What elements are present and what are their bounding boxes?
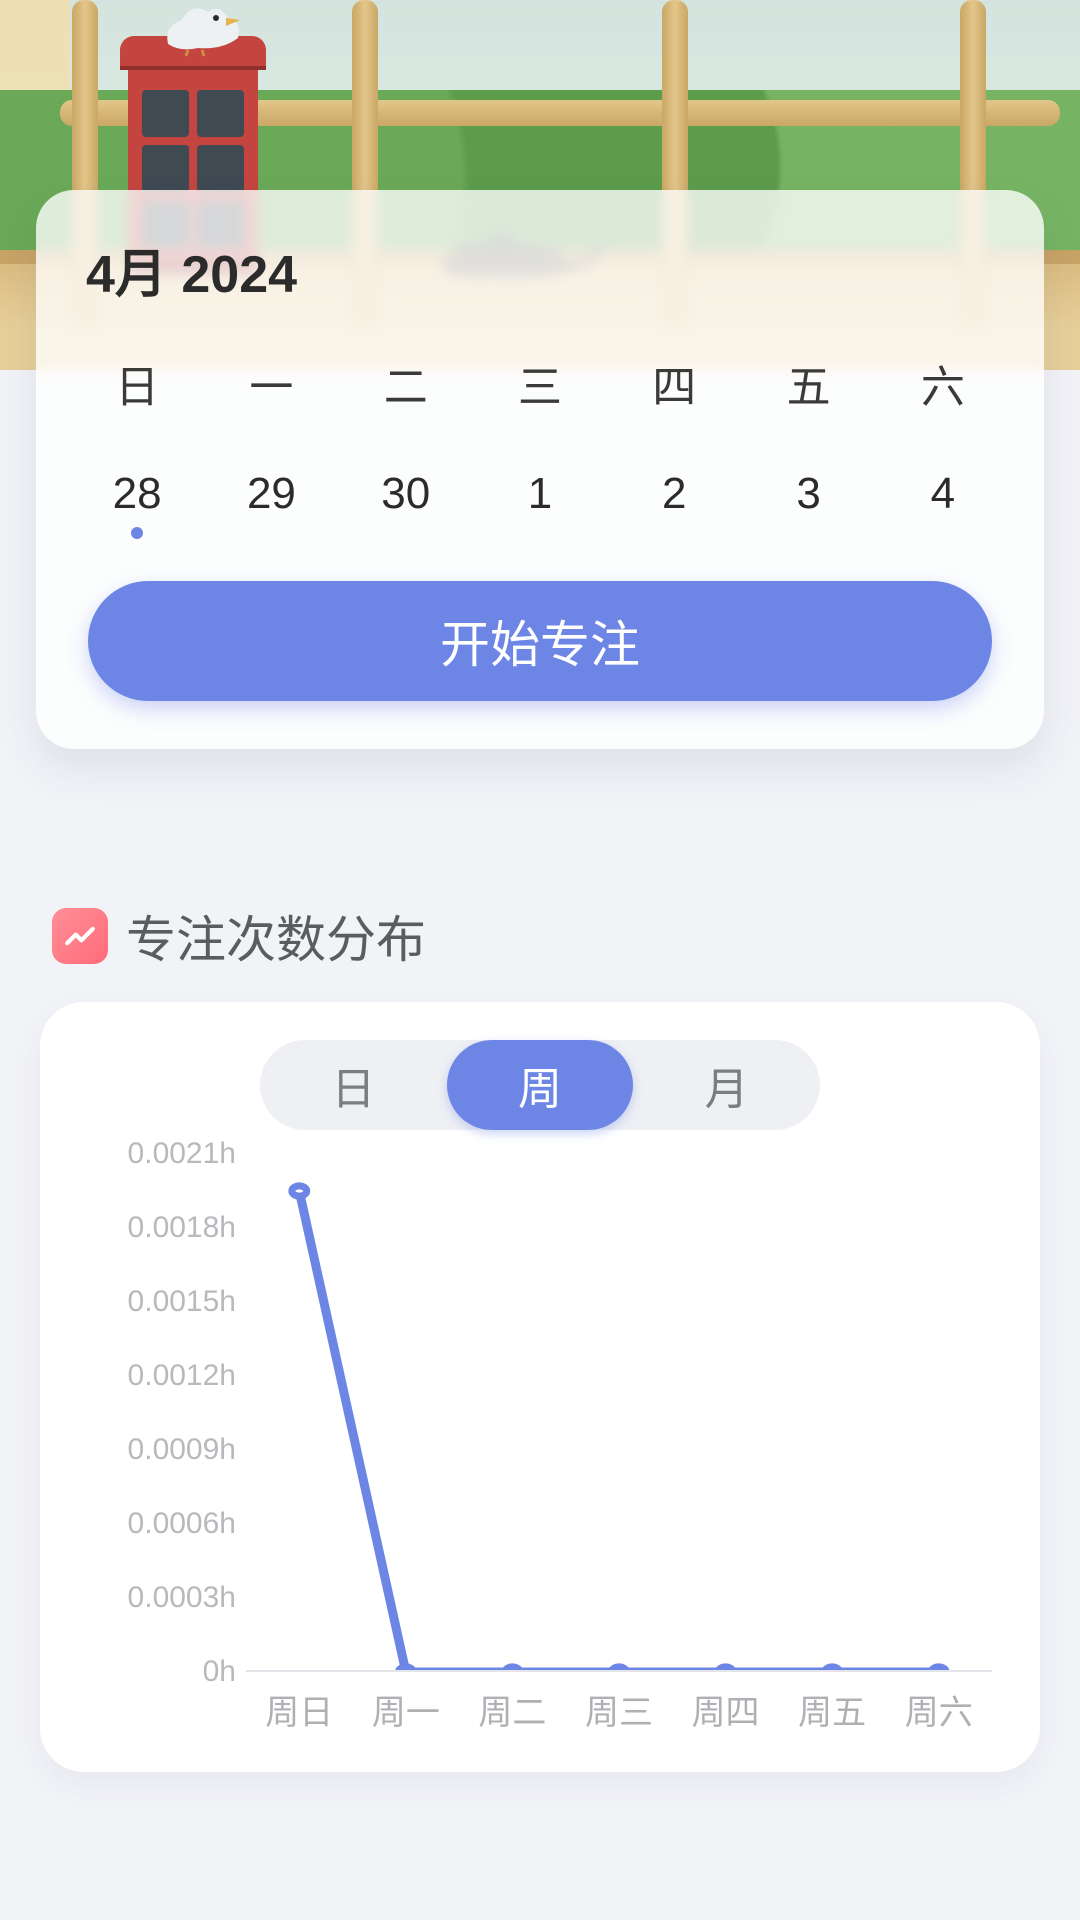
- weekday-label: 三: [473, 351, 607, 443]
- calendar-day[interactable]: 30: [339, 443, 473, 549]
- x-tick-label: 周五: [779, 1685, 886, 1734]
- y-tick-label: 0.0003h: [90, 1581, 246, 1615]
- y-tick-label: 0.0015h: [90, 1285, 246, 1319]
- y-tick-label: 0.0012h: [90, 1359, 246, 1393]
- y-tick-label: 0.0009h: [90, 1433, 246, 1467]
- section-title: 专注次数分布: [126, 900, 426, 972]
- tab-day[interactable]: 日: [260, 1053, 447, 1117]
- y-tick-label: 0h: [90, 1655, 246, 1689]
- weekday-label: 日: [70, 351, 204, 443]
- focus-line-chart: 0.0021h 0.0018h 0.0015h 0.0012h 0.0009h …: [90, 1154, 1012, 1734]
- calendar-title: 4月 2024: [86, 232, 1010, 307]
- y-axis: 0.0021h 0.0018h 0.0015h 0.0012h 0.0009h …: [90, 1154, 246, 1672]
- section-header: 专注次数分布: [0, 900, 1080, 972]
- tab-month[interactable]: 月: [633, 1053, 820, 1117]
- weekday-label: 一: [204, 351, 338, 443]
- calendar-day[interactable]: 2: [607, 443, 741, 549]
- bird-decoration: [158, 0, 248, 63]
- calendar-card: 4月 2024 日 一 二 三 四 五 六 28 29 30 1 2 3 4 开…: [36, 190, 1044, 749]
- calendar-days-row: 28 29 30 1 2 3 4: [70, 443, 1010, 549]
- start-focus-button[interactable]: 开始专注: [88, 581, 992, 701]
- weekday-label: 二: [339, 351, 473, 443]
- x-tick-label: 周四: [672, 1685, 779, 1734]
- x-tick-label: 周一: [353, 1685, 460, 1734]
- calendar-day[interactable]: 3: [741, 443, 875, 549]
- chart-card: 日 周 月 0.0021h 0.0018h 0.0015h 0.0012h 0.…: [40, 1002, 1040, 1772]
- x-tick-label: 周二: [459, 1685, 566, 1734]
- time-range-tabs: 日 周 月: [260, 1040, 820, 1130]
- weekday-label: 四: [607, 351, 741, 443]
- calendar-day[interactable]: 28: [70, 443, 204, 549]
- weekday-label: 五: [741, 351, 875, 443]
- y-tick-label: 0.0021h: [90, 1137, 246, 1171]
- x-tick-label: 周六: [885, 1685, 992, 1734]
- y-tick-label: 0.0006h: [90, 1507, 246, 1541]
- weekday-label: 六: [876, 351, 1010, 443]
- calendar-day[interactable]: 29: [204, 443, 338, 549]
- chart-plot-area: [246, 1154, 992, 1672]
- tab-week[interactable]: 周: [447, 1040, 634, 1130]
- chart-line-icon: [52, 908, 108, 964]
- x-tick-label: 周日: [246, 1685, 353, 1734]
- calendar-day[interactable]: 1: [473, 443, 607, 549]
- y-tick-label: 0.0018h: [90, 1211, 246, 1245]
- x-tick-label: 周三: [566, 1685, 673, 1734]
- x-axis: 周日 周一 周二 周三 周四 周五 周六: [246, 1671, 992, 1734]
- calendar-week-header: 日 一 二 三 四 五 六: [70, 351, 1010, 443]
- calendar-day[interactable]: 4: [876, 443, 1010, 549]
